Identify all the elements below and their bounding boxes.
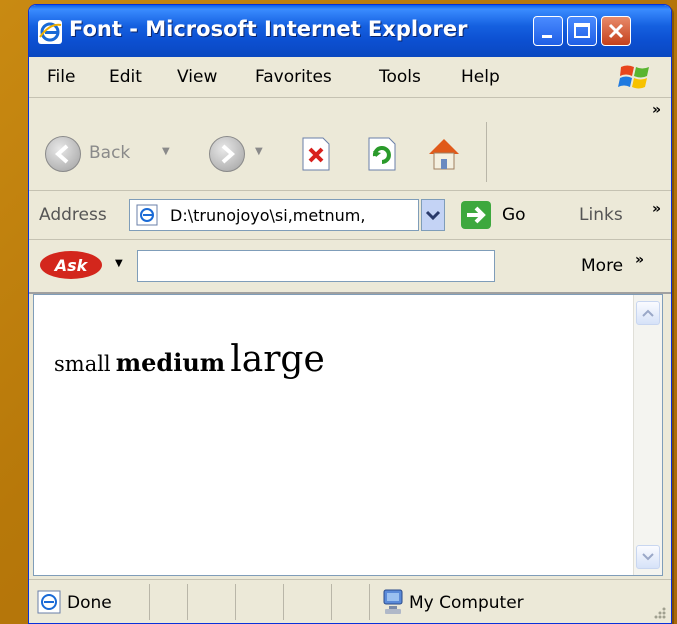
menu-file[interactable]: File bbox=[47, 67, 75, 87]
ask-dropdown-icon[interactable]: ▼ bbox=[115, 258, 123, 269]
ask-logo-icon[interactable]: Ask bbox=[39, 250, 103, 280]
security-zone-text: My Computer bbox=[409, 593, 524, 613]
chevron-up-icon bbox=[642, 309, 654, 317]
links-chevron-icon[interactable]: » bbox=[652, 201, 661, 217]
status-panel bbox=[369, 584, 370, 620]
go-arrow-icon bbox=[467, 206, 486, 224]
forward-dropdown-icon[interactable]: ▼ bbox=[255, 146, 263, 157]
status-panel bbox=[187, 584, 188, 620]
ask-search-input[interactable] bbox=[137, 250, 495, 282]
close-button[interactable] bbox=[601, 16, 631, 46]
browser-window: Font - Microsoft Internet Explorer File … bbox=[28, 4, 672, 624]
scroll-up-button[interactable] bbox=[636, 301, 660, 325]
ie-page-icon bbox=[136, 204, 158, 226]
toolbar-chevron-icon[interactable]: » bbox=[652, 102, 661, 118]
menu-help[interactable]: Help bbox=[461, 67, 500, 87]
go-label[interactable]: Go bbox=[502, 205, 526, 225]
maximize-icon bbox=[574, 23, 590, 38]
scroll-down-button[interactable] bbox=[636, 545, 660, 569]
menu-edit[interactable]: Edit bbox=[109, 67, 142, 87]
close-icon bbox=[608, 23, 624, 39]
status-text: Done bbox=[67, 593, 112, 613]
font-sample-line: small medium large bbox=[54, 339, 325, 380]
status-panel bbox=[149, 584, 150, 620]
menu-favorites[interactable]: Favorites bbox=[255, 67, 332, 87]
window-title: Font - Microsoft Internet Explorer bbox=[69, 17, 468, 41]
links-label[interactable]: Links bbox=[579, 205, 623, 225]
title-bar[interactable]: Font - Microsoft Internet Explorer bbox=[29, 5, 671, 57]
home-icon[interactable] bbox=[425, 134, 463, 172]
status-bar: Done My Computer bbox=[29, 579, 671, 623]
back-dropdown-icon[interactable]: ▼ bbox=[162, 146, 170, 157]
minimize-button[interactable] bbox=[533, 16, 563, 46]
resize-grip-icon[interactable] bbox=[651, 604, 667, 620]
ie-page-icon bbox=[37, 590, 61, 614]
windows-logo-icon bbox=[618, 65, 649, 89]
address-label: Address bbox=[39, 205, 107, 225]
more-chevron-icon[interactable]: » bbox=[635, 252, 644, 268]
status-panel bbox=[235, 584, 236, 620]
text-large: large bbox=[230, 339, 325, 380]
menu-view[interactable]: View bbox=[177, 67, 217, 87]
toolbar-separator bbox=[486, 122, 487, 182]
back-button[interactable] bbox=[45, 136, 81, 172]
status-panel bbox=[283, 584, 284, 620]
chevron-down-icon bbox=[425, 210, 441, 221]
minimize-icon bbox=[542, 35, 552, 38]
address-value: D:\trunojoyo\si,metnum, bbox=[170, 206, 366, 225]
maximize-button[interactable] bbox=[567, 16, 597, 46]
forward-button[interactable] bbox=[209, 136, 245, 172]
forward-arrow-icon bbox=[221, 144, 236, 164]
menu-bar: File Edit View Favorites Tools Help bbox=[29, 57, 671, 98]
back-label[interactable]: Back bbox=[89, 143, 130, 163]
menu-tools[interactable]: Tools bbox=[379, 67, 421, 87]
page-content: small medium large bbox=[33, 294, 663, 576]
more-label[interactable]: More bbox=[581, 256, 623, 276]
stop-icon[interactable] bbox=[299, 136, 333, 172]
ask-logo-text: Ask bbox=[53, 256, 89, 275]
address-dropdown-button[interactable] bbox=[421, 199, 445, 231]
ie-logo-icon bbox=[38, 20, 62, 44]
refresh-icon[interactable] bbox=[365, 136, 399, 172]
standard-toolbar: » Back ▼ ▼ bbox=[29, 98, 671, 191]
ask-toolbar: Ask ▼ More » bbox=[29, 240, 671, 294]
text-medium: medium bbox=[115, 348, 226, 377]
my-computer-icon bbox=[383, 589, 403, 614]
text-small: small bbox=[54, 352, 111, 376]
go-button[interactable] bbox=[461, 201, 491, 229]
status-panel bbox=[331, 584, 332, 620]
address-bar: Address D:\trunojoyo\si,metnum, Go Links… bbox=[29, 191, 671, 240]
back-arrow-icon bbox=[54, 144, 69, 164]
vertical-scrollbar[interactable] bbox=[633, 295, 662, 575]
chevron-down-icon bbox=[642, 553, 654, 561]
address-input[interactable]: D:\trunojoyo\si,metnum, bbox=[129, 199, 419, 231]
